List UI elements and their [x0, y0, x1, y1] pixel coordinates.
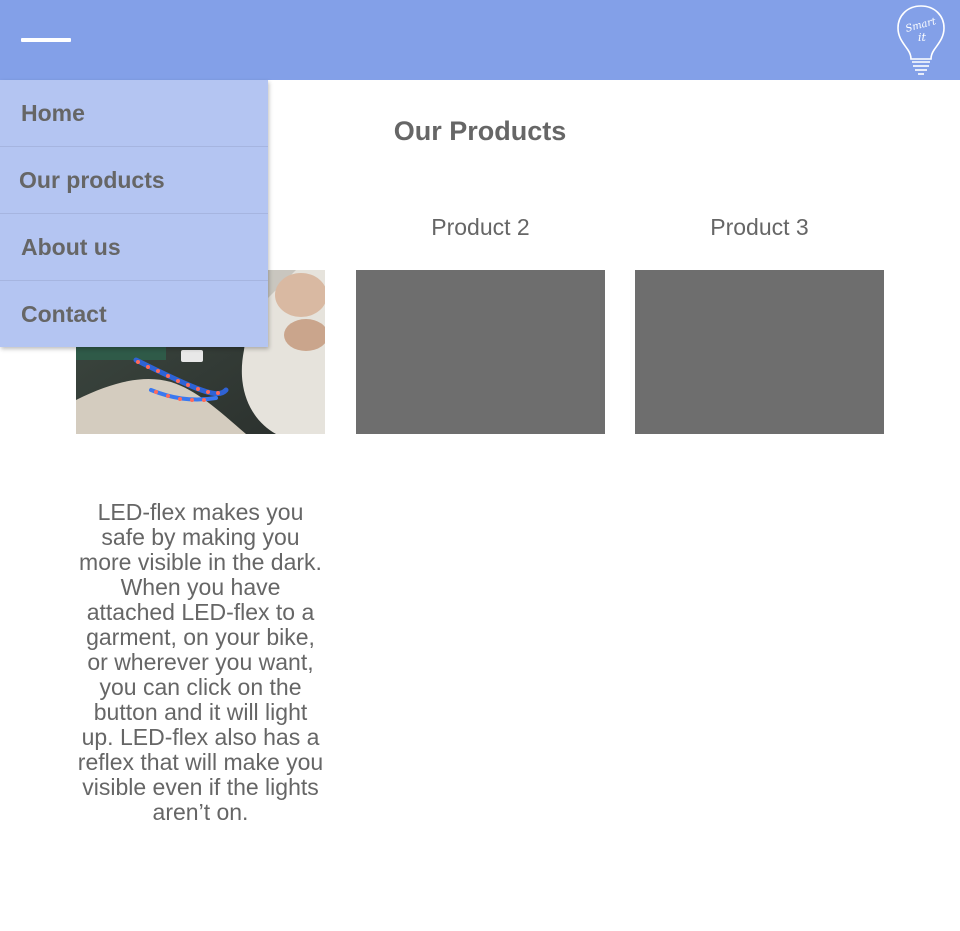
- hamburger-icon: [21, 38, 71, 42]
- nav-item-contact[interactable]: Contact: [0, 281, 268, 347]
- nav-item-our-products[interactable]: Our products: [0, 147, 268, 214]
- product-2-title: Product 2: [431, 214, 530, 240]
- hamburger-menu-button[interactable]: [20, 30, 72, 50]
- nav-item-home[interactable]: Home: [0, 80, 268, 147]
- lightbulb-logo-icon[interactable]: Smart it: [895, 4, 947, 76]
- product-3-title: Product 3: [710, 214, 809, 240]
- nav-dropdown-menu: Home Our products About us Contact: [0, 80, 268, 347]
- header: Smart it: [0, 0, 960, 80]
- product-2-image-placeholder[interactable]: [356, 270, 605, 434]
- product-1-description: LED-flex makes you safe by making you mo…: [77, 499, 324, 825]
- logo-text-it: it: [918, 31, 927, 44]
- product-3-image-placeholder[interactable]: [635, 270, 884, 434]
- nav-item-about-us[interactable]: About us: [0, 214, 268, 281]
